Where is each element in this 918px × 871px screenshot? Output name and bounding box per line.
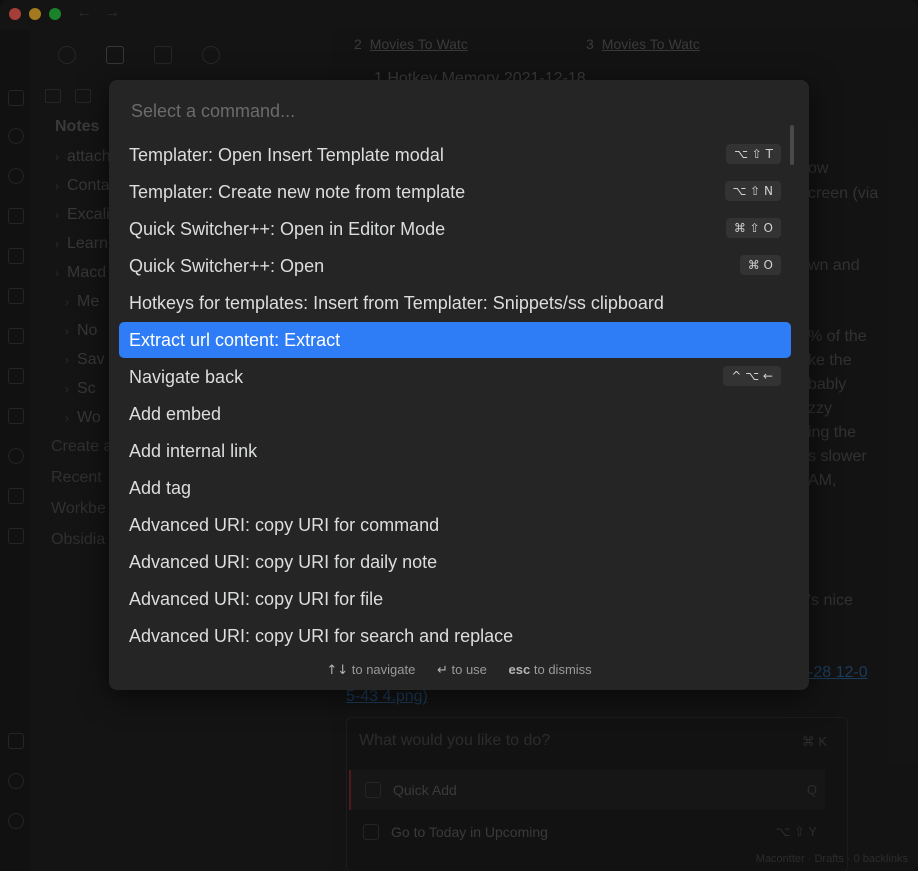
command-label: Add internal link	[129, 441, 258, 461]
command-item[interactable]: Advanced URI: copy URI for daily note	[119, 544, 791, 580]
use-label: to use	[451, 662, 487, 677]
command-hotkey: ⌘ O	[739, 255, 781, 275]
command-item[interactable]: Add tag	[119, 470, 791, 506]
command-item-selected[interactable]: Extract url content: Extract	[119, 322, 791, 358]
command-item[interactable]: Advanced URI: copy URI for file	[119, 581, 791, 617]
command-search-input[interactable]	[129, 97, 783, 125]
command-label: Templater: Create new note from template	[129, 182, 466, 202]
command-label: Quick Switcher++: Open	[129, 256, 325, 276]
command-label: Hotkeys for templates: Insert from Templ…	[129, 293, 664, 313]
command-item[interactable]: Add embed	[119, 396, 791, 432]
command-label: Advanced URI: copy URI for daily note	[129, 552, 438, 572]
command-label: Add tag	[129, 478, 192, 498]
command-item[interactable]: Hotkeys for templates: Insert from Templ…	[119, 285, 791, 321]
command-item[interactable]: Quick Switcher++: Open ⌘ O	[119, 248, 791, 284]
palette-instructions: ↑↓ to navigate ↵ to use esc to dismiss	[109, 662, 809, 678]
dismiss-hint: esc to dismiss	[509, 662, 592, 677]
command-hotkey: ⌘ ⇧ O	[725, 218, 781, 238]
command-item[interactable]: Quick Switcher++: Open in Editor Mode ⌘ ⇧…	[119, 211, 791, 247]
command-item[interactable]: Advanced URI: copy URI for command	[119, 507, 791, 543]
command-label: Quick Switcher++: Open in Editor Mode	[129, 219, 446, 239]
command-item[interactable]: Templater: Create new note from template…	[119, 174, 791, 210]
command-item[interactable]: Add internal link	[119, 433, 791, 469]
navigate-label: to navigate	[351, 662, 416, 677]
command-label: Advanced URI: copy URI for search and re…	[129, 626, 514, 646]
command-label: Advanced URI: copy URI for file	[129, 589, 384, 609]
command-label: Add embed	[129, 404, 222, 424]
esc-key: esc	[508, 662, 531, 677]
command-hotkey: ⌥ ⇧ N	[724, 181, 781, 201]
command-item[interactable]: Navigate back ^ ⌥ ←	[119, 359, 791, 395]
command-hotkey: ⌥ ⇧ T	[726, 144, 781, 164]
command-label: Navigate back	[129, 367, 244, 387]
dismiss-label: to dismiss	[533, 662, 592, 677]
navigate-key: ↑↓	[326, 663, 349, 678]
command-palette: Templater: Open Insert Template modal ⌥ ⇧…	[109, 80, 809, 690]
enter-key: ↵	[436, 663, 448, 678]
command-hotkey: ^ ⌥ ←	[723, 366, 781, 386]
command-list: Templater: Open Insert Template modal ⌥ ⇧…	[119, 135, 791, 655]
use-hint: ↵ to use	[436, 662, 487, 678]
command-label: Extract url content: Extract	[129, 330, 341, 350]
navigate-hint: ↑↓ to navigate	[326, 662, 416, 678]
command-item[interactable]: Advanced URI: copy URI for search and re…	[119, 618, 791, 654]
command-item[interactable]: Templater: Open Insert Template modal ⌥ ⇧…	[119, 137, 791, 173]
command-label: Templater: Open Insert Template modal	[129, 145, 444, 165]
command-label: Advanced URI: copy URI for command	[129, 515, 440, 535]
